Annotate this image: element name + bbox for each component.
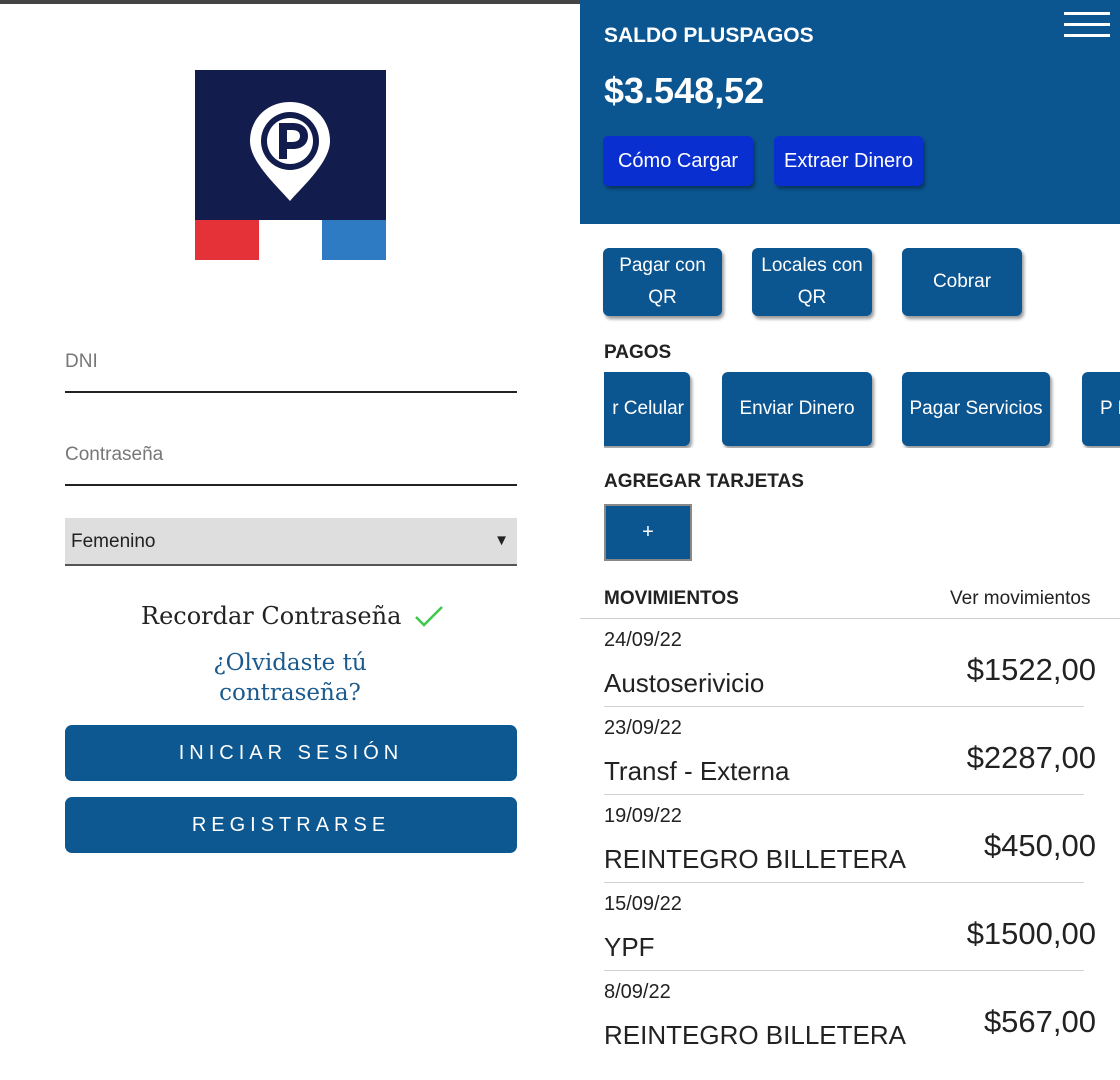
como-cargar-button[interactable]: Cómo Cargar xyxy=(603,136,753,186)
dni-placeholder: DNI xyxy=(65,351,98,372)
movimiento-amount: $1522,00 xyxy=(966,652,1096,687)
movimiento-row[interactable]: 19/09/22 REINTEGRO BILLETERA $450,00 xyxy=(580,795,1120,883)
logo-stripe-white xyxy=(259,220,322,260)
register-button[interactable]: REGISTRARSE xyxy=(65,797,517,853)
extraer-dinero-button[interactable]: Extraer Dinero xyxy=(774,136,923,186)
movimiento-amount: $450,00 xyxy=(983,828,1096,863)
location-pin-p-icon xyxy=(250,102,330,201)
pagos-carousel[interactable]: r Celular Enviar Dinero Pagar Servicios … xyxy=(604,372,1120,448)
movimiento-description: REINTEGRO BILLETERA xyxy=(604,844,906,874)
dropdown-caret-icon: ▼ xyxy=(494,532,509,549)
pagar-con-qr-button[interactable]: Pagar con QR xyxy=(603,248,722,316)
movimientos-list: 24/09/22 Austoserivicio $1522,00 23/09/2… xyxy=(580,619,1120,1059)
movimiento-description: REINTEGRO BILLETERA xyxy=(604,1020,906,1050)
movimiento-row[interactable]: 8/09/22 REINTEGRO BILLETERA $567,00 xyxy=(580,971,1120,1059)
movimiento-date: 19/09/22 xyxy=(604,805,682,827)
movimiento-description: Austoserivicio xyxy=(604,668,765,698)
enviar-dinero-button[interactable]: Enviar Dinero xyxy=(722,372,872,446)
password-placeholder: Contraseña xyxy=(65,444,164,465)
movimiento-date: 8/09/22 xyxy=(604,981,671,1003)
movimiento-date: 23/09/22 xyxy=(604,717,682,739)
movimiento-date: 24/09/22 xyxy=(604,629,682,651)
pagar-servicios-button[interactable]: Pagar Servicios xyxy=(902,372,1050,446)
movimiento-amount: $1500,00 xyxy=(966,916,1096,951)
movimiento-row[interactable]: 15/09/22 YPF $1500,00 xyxy=(580,883,1120,971)
add-card-button[interactable]: + xyxy=(604,504,692,561)
recargar-celular-button[interactable]: r Celular xyxy=(604,372,690,446)
forgot-password-link[interactable]: ¿Olvidaste tú contraseña? xyxy=(140,648,440,708)
locales-con-qr-button[interactable]: Locales con QR xyxy=(752,248,872,316)
app-logo xyxy=(195,70,386,260)
movimiento-description: YPF xyxy=(604,932,655,962)
logo-stripe-red xyxy=(195,220,259,260)
gender-select[interactable]: Femenino ▼ xyxy=(65,518,517,566)
agregar-tarjetas-title: AGREGAR TARJETAS xyxy=(604,471,804,492)
wallet-screen: SALDO PLUSPAGOS $3.548,52 Cómo Cargar Ex… xyxy=(580,0,1120,1080)
movimiento-row[interactable]: 24/09/22 Austoserivicio $1522,00 xyxy=(580,619,1120,707)
logo-stripe-blue xyxy=(322,220,386,260)
remember-password-label: Recordar Contraseña xyxy=(141,602,402,630)
password-input[interactable]: Contraseña xyxy=(65,428,517,486)
balance-label: SALDO PLUSPAGOS xyxy=(604,24,814,47)
checkmark-icon[interactable] xyxy=(413,603,445,629)
balance-header: SALDO PLUSPAGOS $3.548,52 Cómo Cargar Ex… xyxy=(580,0,1120,224)
movimiento-row[interactable]: 23/09/22 Transf - Externa $2287,00 xyxy=(580,707,1120,795)
status-bar-edge xyxy=(0,0,580,4)
movimiento-amount: $567,00 xyxy=(983,1004,1096,1039)
balance-amount: $3.548,52 xyxy=(604,70,765,111)
login-button[interactable]: INICIAR SESIÓN xyxy=(65,725,517,781)
cobrar-button[interactable]: Cobrar xyxy=(902,248,1022,316)
gender-selected-value: Femenino xyxy=(71,531,156,552)
hamburger-menu-icon[interactable] xyxy=(1064,12,1110,40)
movimiento-description: Transf - Externa xyxy=(604,756,790,786)
movimientos-title: MOVIMIENTOS xyxy=(604,588,739,609)
login-screen: DNI Contraseña Femenino ▼ Recordar Contr… xyxy=(0,0,580,1080)
movimiento-amount: $2287,00 xyxy=(966,740,1096,775)
pagos-extra-button[interactable]: P D xyxy=(1082,372,1120,446)
dni-input[interactable]: DNI xyxy=(65,335,517,393)
ver-movimientos-link[interactable]: Ver movimientos xyxy=(950,588,1090,610)
pagos-section-title: PAGOS xyxy=(604,342,672,363)
remember-password-toggle[interactable]: Recordar Contraseña xyxy=(141,598,445,634)
movimiento-date: 15/09/22 xyxy=(604,893,682,915)
